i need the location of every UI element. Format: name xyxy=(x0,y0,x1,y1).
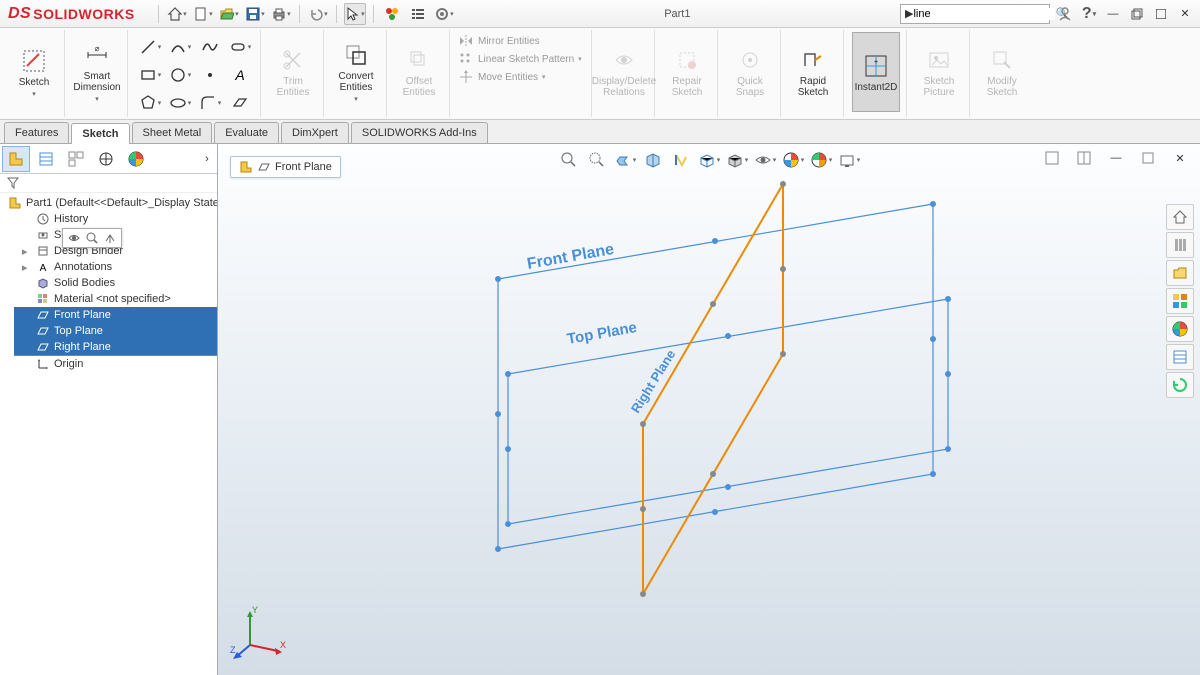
instant2d-command[interactable]: + Instant2D xyxy=(852,32,900,112)
fillet-tool[interactable] xyxy=(196,90,224,116)
svg-text:Z: Z xyxy=(230,645,236,655)
graphics-area[interactable]: — ✕ Front Plane xyxy=(218,144,1200,675)
plane-tool[interactable] xyxy=(226,90,254,116)
sketch-tools-grid: A xyxy=(136,32,254,116)
tab-addins[interactable]: SOLIDWORKS Add-Ins xyxy=(351,122,488,143)
print-button[interactable] xyxy=(270,3,292,25)
repair-sketch-command[interactable]: Repair Sketch xyxy=(663,32,711,112)
panel-tabs: › xyxy=(0,144,217,174)
appearance-tab[interactable] xyxy=(122,146,150,172)
user-icon[interactable] xyxy=(1056,5,1074,23)
quick-access-toolbar xyxy=(155,3,455,25)
arc-tool[interactable] xyxy=(166,34,194,60)
tab-features[interactable]: Features xyxy=(4,122,69,143)
tree-root[interactable]: Part1 (Default<<Default>_Display State 1… xyxy=(0,195,217,211)
tree-item-right-plane[interactable]: Right Plane xyxy=(14,339,217,355)
svg-text:A: A xyxy=(234,67,244,83)
orientation-triad[interactable]: Y X Z xyxy=(230,603,290,663)
tree-item-material[interactable]: Material <not specified> xyxy=(14,291,217,307)
svg-text:⌀: ⌀ xyxy=(95,44,100,53)
linear-pattern-command[interactable]: Linear Sketch Pattern ▾ xyxy=(458,50,582,68)
titlebar: DSSOLIDWORKS Part1 ▶ 🔍 ? — ✕ xyxy=(0,0,1200,28)
close-button[interactable]: ✕ xyxy=(1176,5,1194,23)
search-input[interactable] xyxy=(913,8,1055,20)
circle-tool[interactable] xyxy=(166,62,194,88)
filter-row[interactable] xyxy=(0,174,217,193)
slot-tool[interactable] xyxy=(226,34,254,60)
panel-expand[interactable]: › xyxy=(199,146,215,172)
spline-tool[interactable] xyxy=(196,34,224,60)
rapid-sketch-command[interactable]: Rapid Sketch xyxy=(789,32,837,112)
tree-item-history[interactable]: History xyxy=(14,211,217,227)
tree-item-solid-bodies[interactable]: Solid Bodies xyxy=(14,275,217,291)
offset-entities-command[interactable]: Offset Entities xyxy=(395,32,443,112)
document-title: Part1 xyxy=(455,8,900,20)
app-logo: DSSOLIDWORKS xyxy=(0,5,143,23)
modify-sketch-command[interactable]: Modify Sketch xyxy=(978,32,1026,112)
svg-text:Front Plane: Front Plane xyxy=(526,241,616,273)
help-button[interactable]: ? xyxy=(1080,5,1098,23)
text-tool[interactable]: A xyxy=(226,62,254,88)
tab-evaluate[interactable]: Evaluate xyxy=(214,122,279,143)
feature-manager-panel: › Part1 (Default<<Default>_Display State… xyxy=(0,144,218,675)
feature-tree: Part1 (Default<<Default>_Display State 1… xyxy=(0,193,217,675)
tab-sheet-metal[interactable]: Sheet Metal xyxy=(132,122,213,143)
tree-item-top-plane[interactable]: Top Plane xyxy=(14,323,217,339)
smart-dimension-command[interactable]: ⌀ Smart Dimension ▾ xyxy=(73,32,121,112)
convert-entities-command[interactable]: Convert Entities ▾ xyxy=(332,32,380,112)
svg-text:+: + xyxy=(874,59,878,66)
sketch-command[interactable]: Sketch ▾ xyxy=(10,32,58,112)
maximize-button[interactable] xyxy=(1152,5,1170,23)
line-tool[interactable] xyxy=(136,34,164,60)
search-box[interactable]: ▶ 🔍 xyxy=(900,4,1050,24)
feature-tree-tab[interactable] xyxy=(2,146,30,172)
minimize-button[interactable]: — xyxy=(1104,5,1122,23)
polygon-tool[interactable] xyxy=(136,90,164,116)
context-hide-icon[interactable] xyxy=(67,231,81,245)
open-button[interactable] xyxy=(218,3,240,25)
svg-text:Y: Y xyxy=(252,605,258,615)
svg-text:X: X xyxy=(280,640,286,650)
save-button[interactable] xyxy=(244,3,266,25)
context-toolbar xyxy=(62,228,122,248)
svg-text:A: A xyxy=(40,263,47,273)
quick-snaps-command[interactable]: Quick Snaps xyxy=(726,32,774,112)
select-button[interactable] xyxy=(344,3,366,25)
tree-item-annotations[interactable]: ▸AAnnotations xyxy=(14,259,217,275)
new-button[interactable] xyxy=(192,3,214,25)
home-button[interactable] xyxy=(166,3,188,25)
mirror-entities-command[interactable]: Mirror Entities xyxy=(458,32,540,50)
tab-sketch[interactable]: Sketch xyxy=(71,123,129,144)
context-zoom-icon[interactable] xyxy=(85,231,99,245)
tab-dimxpert[interactable]: DimXpert xyxy=(281,122,349,143)
tree-item-front-plane[interactable]: Front Plane xyxy=(14,307,217,323)
rebuild-button[interactable] xyxy=(381,3,403,25)
options-list-button[interactable] xyxy=(407,3,429,25)
search-flag-icon: ▶ xyxy=(905,7,913,20)
point-tool[interactable] xyxy=(196,62,224,88)
command-manager-tabs: Features Sketch Sheet Metal Evaluate Dim… xyxy=(0,120,1200,144)
planes-display: Front Plane Top Plane Right Plane xyxy=(218,144,1198,674)
move-entities-command[interactable]: Move Entities ▾ xyxy=(458,68,546,86)
undo-button[interactable] xyxy=(307,3,329,25)
ellipse-tool[interactable] xyxy=(166,90,194,116)
settings-button[interactable] xyxy=(433,3,455,25)
tree-item-origin[interactable]: Origin xyxy=(14,355,217,372)
dimxpert-tab[interactable] xyxy=(92,146,120,172)
context-normal-icon[interactable] xyxy=(103,231,117,245)
ribbon: Sketch ▾ ⌀ Smart Dimension ▾ A T xyxy=(0,28,1200,120)
property-tab[interactable] xyxy=(32,146,60,172)
restore-button[interactable] xyxy=(1128,5,1146,23)
svg-text:Top Plane: Top Plane xyxy=(566,319,638,348)
rectangle-tool[interactable] xyxy=(136,62,164,88)
trim-entities-command[interactable]: Trim Entities xyxy=(269,32,317,112)
sketch-picture-command[interactable]: Sketch Picture xyxy=(915,32,963,112)
display-relations-command[interactable]: Display/Delete Relations xyxy=(600,32,648,112)
config-tab[interactable] xyxy=(62,146,90,172)
